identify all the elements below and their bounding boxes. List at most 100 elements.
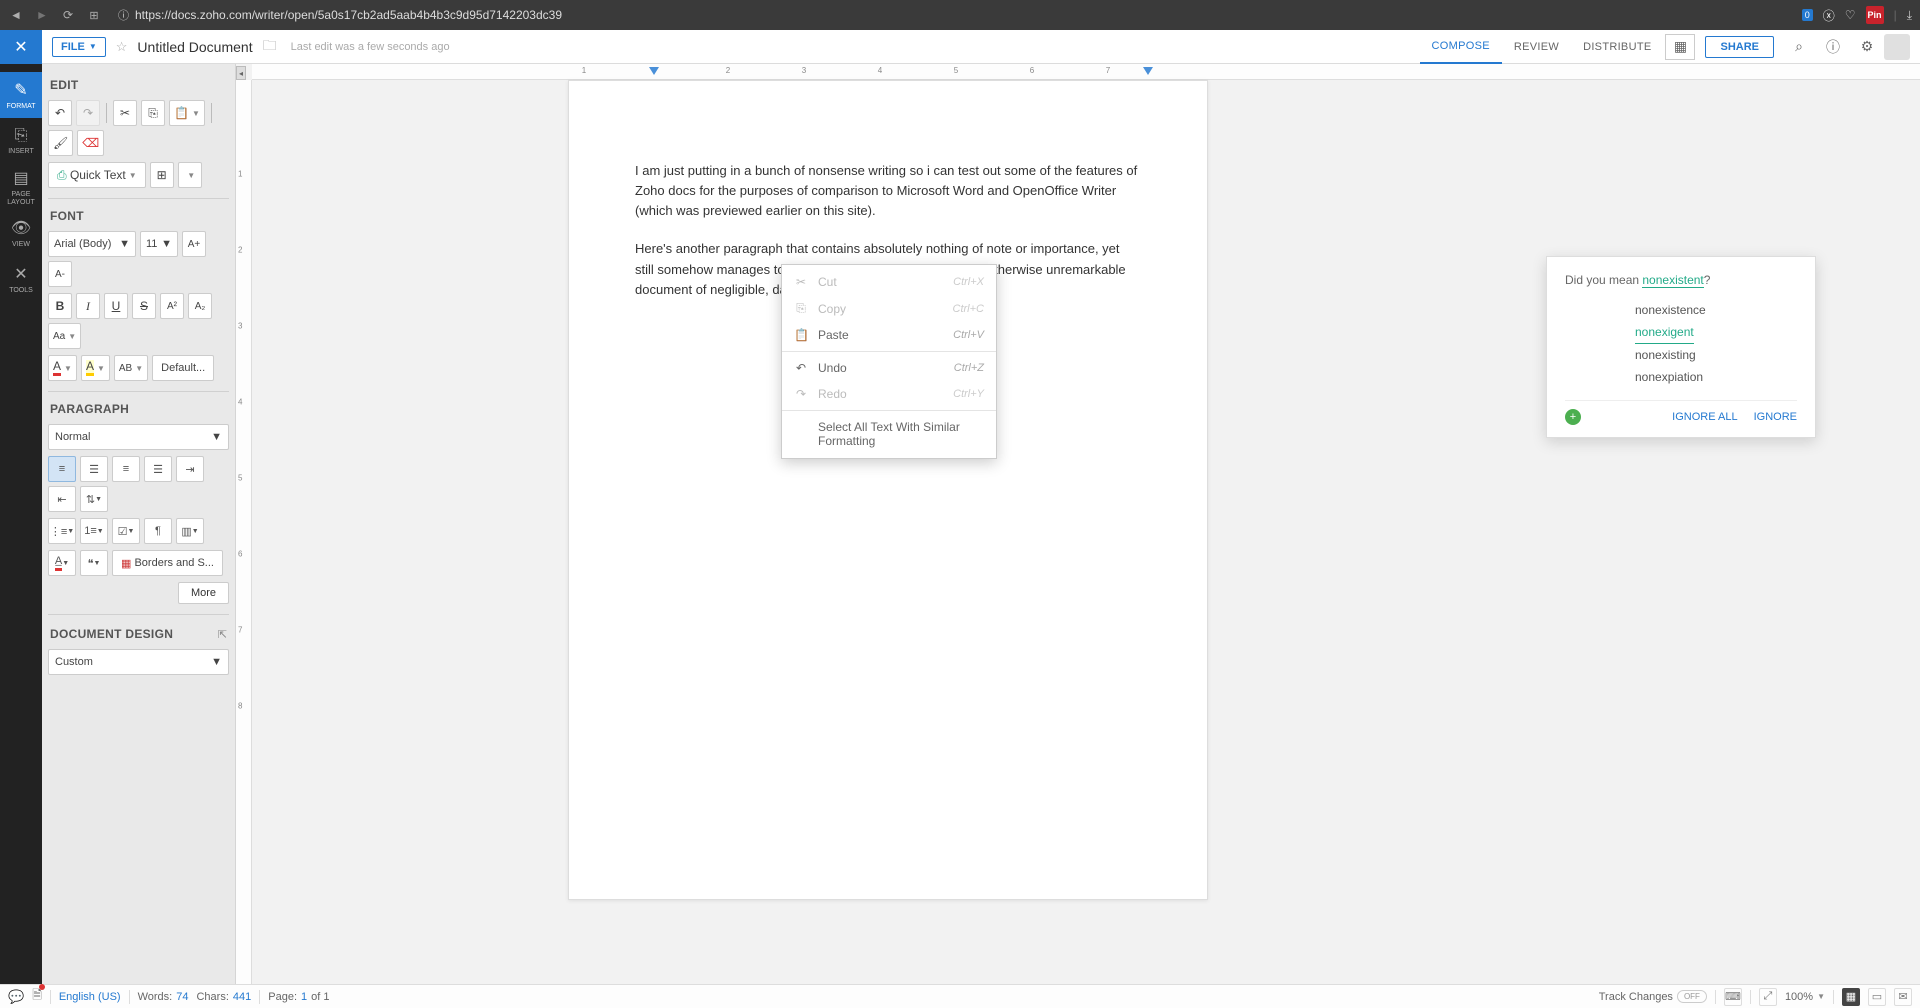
popout-icon[interactable]: ⇱ <box>218 628 227 641</box>
zoom-level[interactable]: 100% ▼ <box>1785 991 1825 1003</box>
superscript-button[interactable]: A² <box>160 293 184 319</box>
default-font-button[interactable]: Default... <box>152 355 214 381</box>
reload-icon[interactable]: ⟳ <box>60 7 76 23</box>
feedback-icon[interactable]: ✉ <box>1894 988 1912 1006</box>
document-canvas[interactable]: ◂ 1 2 3 4 5 6 7 1 2 3 4 5 6 7 8 + ≡ <box>236 64 1920 984</box>
search-icon[interactable]: ⌕ <box>1784 34 1814 60</box>
quick-text-button[interactable]: ⎙ Quick Text▼ <box>48 162 146 188</box>
redo-button[interactable]: ↷ <box>76 100 100 126</box>
notification-icon[interactable]: 🗎 <box>32 986 42 1007</box>
paste-button[interactable]: 📋▼ <box>169 100 205 126</box>
word-count[interactable]: Words: 74 <box>138 991 189 1003</box>
format-painter-button[interactable]: 🖌 <box>48 130 73 156</box>
folder-icon[interactable]: 🗀 <box>263 35 277 59</box>
align-center-button[interactable]: ☰ <box>80 456 108 482</box>
page-count[interactable]: Page: 1 of 1 <box>268 991 329 1003</box>
checklist-button[interactable]: ☑▼ <box>112 518 140 544</box>
doc-design-select[interactable]: Custom▼ <box>48 649 229 675</box>
heart-icon[interactable]: ♡ <box>1845 8 1856 22</box>
track-changes-toggle[interactable]: Track Changes OFF <box>1599 990 1707 1003</box>
font-color-button[interactable]: A▼ <box>48 355 77 381</box>
spell-suggestion[interactable]: nonexistence <box>1635 299 1797 321</box>
star-icon[interactable]: ☆ <box>116 39 128 55</box>
paragraph-style-select[interactable]: Normal▼ <box>48 424 229 450</box>
view-mode-page-icon[interactable]: ▦ <box>1842 988 1860 1006</box>
file-menu-button[interactable]: FILE ▼ <box>52 37 106 57</box>
underline-button[interactable]: U <box>104 293 128 319</box>
indent-increase-button[interactable]: ⇥ <box>176 456 204 482</box>
font-family-select[interactable]: Arial (Body)▼ <box>48 231 136 257</box>
left-indent-marker[interactable] <box>649 67 659 75</box>
bold-button[interactable]: B <box>48 293 72 319</box>
rail-format[interactable]: ✎ FORMAT <box>0 72 42 118</box>
add-to-dictionary-button[interactable]: + <box>1565 409 1581 425</box>
rail-insert[interactable]: ⎘ INSERT <box>0 118 42 164</box>
align-right-button[interactable]: ≡ <box>112 456 140 482</box>
download-icon[interactable]: ⤓ <box>1907 8 1912 23</box>
line-spacing-button[interactable]: ⇅▼ <box>80 486 108 512</box>
tab-distribute[interactable]: DISTRIBUTE <box>1571 30 1663 64</box>
paragraph-color-button[interactable]: A̲▼ <box>48 550 76 576</box>
close-ext-icon[interactable]: ⓧ <box>1823 7 1835 24</box>
apps-icon[interactable]: ⊞ <box>86 7 102 23</box>
rail-tools[interactable]: ✕ TOOLS <box>0 256 42 302</box>
forward-icon[interactable]: ► <box>34 7 50 23</box>
shrink-font-button[interactable]: A- <box>48 261 72 287</box>
highlight-color-button[interactable]: A▼ <box>81 355 110 381</box>
view-mode-web-icon[interactable]: ▭ <box>1868 988 1886 1006</box>
columns-button[interactable]: ▥▼ <box>176 518 204 544</box>
field-dropdown[interactable]: ▼ <box>178 162 202 188</box>
rail-page-layout[interactable]: ▤ PAGE LAYOUT <box>0 164 42 210</box>
align-left-button[interactable]: ≡ <box>48 456 76 482</box>
bullet-list-button[interactable]: ⋮≡▼ <box>48 518 76 544</box>
copy-button[interactable]: ⎘ <box>141 100 165 126</box>
gear-icon[interactable]: ⚙ <box>1852 34 1882 60</box>
strike-button[interactable]: S <box>132 293 156 319</box>
spell-suggestion[interactable]: nonexigent <box>1635 321 1694 344</box>
undo-button[interactable]: ↶ <box>48 100 72 126</box>
horizontal-ruler[interactable]: 1 2 3 4 5 6 7 <box>252 64 1920 80</box>
paragraph-1[interactable]: I am just putting in a bunch of nonsense… <box>635 161 1141 221</box>
context-paste[interactable]: 📋 Paste Ctrl+V <box>782 322 996 348</box>
context-select-similar[interactable]: Select All Text With Similar Formatting <box>782 414 996 454</box>
vertical-ruler[interactable]: 1 2 3 4 5 6 7 8 <box>236 80 252 984</box>
borders-shading-button[interactable]: ▦ Borders and S... <box>112 550 223 576</box>
language-button[interactable]: English (US) <box>59 991 121 1003</box>
change-case-button[interactable]: Aa▼ <box>48 323 81 349</box>
char-spacing-button[interactable]: AB▼ <box>114 355 148 381</box>
fit-width-icon[interactable]: ⤢ <box>1759 988 1777 1006</box>
clear-format-button[interactable]: ⌫ <box>77 130 104 156</box>
ignore-button[interactable]: IGNORE <box>1754 411 1797 423</box>
tab-review[interactable]: REVIEW <box>1502 30 1571 64</box>
ignore-all-button[interactable]: IGNORE ALL <box>1672 411 1737 423</box>
italic-button[interactable]: I <box>76 293 100 319</box>
comments-icon[interactable]: 💬 <box>8 989 24 1005</box>
spell-main-suggestion[interactable]: nonexistent <box>1642 273 1703 288</box>
char-count[interactable]: Chars: 441 <box>196 991 251 1003</box>
spell-suggestion[interactable]: nonexisting <box>1635 344 1797 366</box>
spell-suggestion[interactable]: nonexpiation <box>1635 366 1797 388</box>
indent-decrease-button[interactable]: ⇤ <box>48 486 76 512</box>
share-button[interactable]: SHARE <box>1705 36 1774 58</box>
collapse-sidebar-handle[interactable]: ◂ <box>236 66 246 80</box>
back-icon[interactable]: ◄ <box>8 7 24 23</box>
pinterest-ext-icon[interactable]: Pin <box>1866 6 1884 24</box>
close-button[interactable]: ✕ <box>0 30 42 64</box>
tab-compose[interactable]: COMPOSE <box>1420 30 1502 64</box>
context-undo[interactable]: ↶ Undo Ctrl+Z <box>782 355 996 381</box>
font-size-select[interactable]: 11▼ <box>140 231 178 257</box>
avatar[interactable] <box>1884 34 1910 60</box>
address-bar[interactable]: ⓘ https://docs.zoho.com/writer/open/5a0s… <box>112 4 1792 26</box>
info-icon[interactable]: ⓘ <box>1818 34 1848 60</box>
cut-button[interactable]: ✂ <box>113 100 137 126</box>
align-justify-button[interactable]: ☰ <box>144 456 172 482</box>
present-icon[interactable]: ▦ <box>1665 34 1695 60</box>
document-title[interactable]: Untitled Document <box>137 39 252 55</box>
document-page[interactable]: I am just putting in a bunch of nonsense… <box>568 80 1208 900</box>
ext-badge-blue[interactable]: 0 <box>1802 9 1813 21</box>
paragraph-mark-button[interactable]: ¶ <box>144 518 172 544</box>
grow-font-button[interactable]: A+ <box>182 231 206 257</box>
subscript-button[interactable]: A₂ <box>188 293 212 319</box>
keyboard-icon[interactable]: ⌨ <box>1724 988 1742 1006</box>
quote-button[interactable]: ❝▼ <box>80 550 108 576</box>
